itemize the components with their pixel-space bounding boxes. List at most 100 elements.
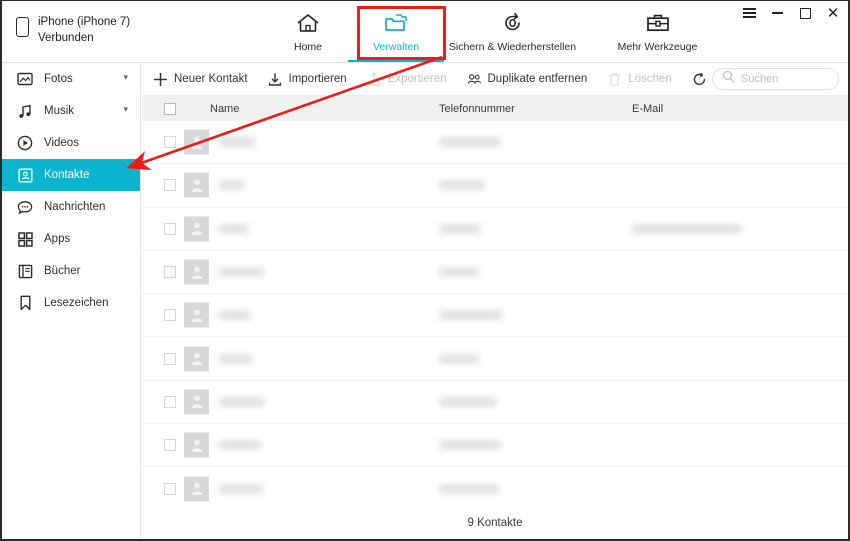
row-checkbox[interactable] [164, 439, 176, 452]
sidebar-item-nachrichten-label: Nachrichten [44, 201, 106, 213]
title-bar: iPhone (iPhone 7) Verbunden Home Verwalt… [2, 1, 848, 63]
refresh-icon [692, 72, 707, 87]
contacts-count: 9 Kontakte [467, 517, 523, 529]
video-icon [17, 135, 33, 151]
maximize-button[interactable] [798, 5, 812, 21]
sidebar-item-fotos-label: Fotos [44, 73, 73, 85]
table-row[interactable] [142, 337, 848, 381]
search-input[interactable]: Suchen [712, 68, 839, 90]
minimize-icon [771, 12, 783, 14]
nav-tab-home-label: Home [293, 41, 322, 53]
sidebar-item-kontakte-label: Kontakte [44, 169, 90, 181]
toolbox-icon [645, 10, 671, 36]
nav-tab-mehr-werkzeuge[interactable]: Mehr Werkzeuge [585, 1, 730, 59]
maximize-icon [799, 7, 811, 19]
contact-icon [17, 167, 33, 183]
connected-device-info: iPhone (iPhone 7) Verbunden [16, 15, 130, 46]
contact-phone-redacted [439, 397, 497, 407]
avatar [184, 476, 209, 502]
table-row[interactable] [142, 294, 848, 338]
nav-tab-verwalten[interactable]: Verwalten [348, 1, 444, 62]
delete-button[interactable]: Löschen [607, 72, 681, 87]
plus-icon [153, 72, 168, 87]
sidebar-item-videos-label: Videos [44, 137, 79, 149]
sidebar-item-fotos[interactable]: Fotos ▾ [2, 63, 140, 95]
contact-phone-redacted [439, 484, 499, 494]
row-checkbox[interactable] [164, 395, 176, 408]
application-window: iPhone (iPhone 7) Verbunden Home Verwalt… [0, 0, 850, 541]
table-row[interactable] [142, 424, 848, 468]
column-header-email[interactable]: E-Mail [632, 103, 663, 115]
folder-icon [383, 10, 409, 36]
contact-name-redacted [219, 484, 263, 494]
nav-tab-verwalten-label: Verwalten [372, 41, 420, 53]
sidebar-item-apps-label: Apps [44, 233, 71, 245]
sidebar-item-apps[interactable]: Apps [2, 223, 140, 255]
row-checkbox[interactable] [164, 309, 176, 322]
import-label: Importieren [288, 73, 347, 85]
main-content: Neuer Kontakt Importieren Exportieren Du… [142, 63, 848, 539]
window-controls: ✕ [742, 5, 840, 21]
table-row[interactable] [142, 381, 848, 425]
sidebar-item-videos[interactable]: Videos [2, 127, 140, 159]
contact-name-redacted [219, 397, 265, 407]
table-header: Name Telefonnummer E-Mail [142, 96, 848, 121]
duplicate-users-icon [467, 72, 482, 87]
avatar [184, 172, 209, 198]
row-checkbox[interactable] [164, 352, 176, 365]
import-button[interactable]: Importieren [268, 72, 357, 87]
column-header-name[interactable]: Name [210, 103, 239, 115]
close-button[interactable]: ✕ [826, 5, 840, 21]
table-row[interactable] [142, 164, 848, 208]
chevron-down-icon[interactable]: ▾ [123, 73, 128, 83]
row-checkbox[interactable] [164, 222, 176, 235]
sidebar-item-kontakte[interactable]: Kontakte [2, 159, 140, 191]
sidebar-item-buecher[interactable]: Bücher [2, 255, 140, 287]
nav-tab-home[interactable]: Home [264, 1, 352, 59]
photo-icon [17, 71, 33, 87]
avatar [184, 346, 209, 372]
column-header-phone[interactable]: Telefonnummer [439, 103, 515, 115]
contact-phone-redacted [439, 354, 479, 364]
restore-icon [500, 10, 526, 36]
contacts-toolbar: Neuer Kontakt Importieren Exportieren Du… [142, 63, 848, 96]
remove-duplicates-button[interactable]: Duplikate entfernen [467, 72, 598, 87]
device-status: Verbunden [38, 31, 94, 44]
device-name: iPhone (iPhone 7) [38, 16, 131, 28]
nav-tab-sichern-wiederherstellen[interactable]: Sichern & Wiederherstellen [440, 1, 585, 59]
contact-phone-redacted [439, 180, 485, 190]
nav-tab-sichern-label: Sichern & Wiederherstellen [448, 41, 577, 53]
minimize-button[interactable] [770, 5, 784, 21]
row-checkbox[interactable] [164, 179, 176, 192]
avatar [184, 302, 209, 328]
row-checkbox[interactable] [164, 482, 176, 495]
row-checkbox[interactable] [164, 266, 176, 279]
table-row[interactable] [142, 121, 848, 165]
contacts-list[interactable] [142, 121, 848, 513]
close-icon: ✕ [826, 3, 840, 22]
bookmark-icon [17, 295, 33, 311]
avatar [184, 432, 209, 458]
table-row[interactable] [142, 208, 848, 251]
menu-button[interactable] [742, 5, 756, 21]
contact-name-redacted [219, 440, 261, 450]
sidebar-item-musik[interactable]: Musik ▾ [2, 95, 140, 127]
sidebar-item-nachrichten[interactable]: Nachrichten [2, 191, 140, 223]
remove-duplicates-label: Duplikate entfernen [487, 73, 588, 85]
export-button[interactable]: Exportieren [367, 72, 457, 87]
new-contact-button[interactable]: Neuer Kontakt [153, 72, 258, 87]
contact-name-redacted [219, 180, 244, 190]
table-row[interactable] [142, 467, 848, 511]
export-icon [367, 72, 382, 87]
music-icon [17, 103, 33, 119]
select-all-checkbox[interactable] [164, 102, 176, 115]
row-checkbox[interactable] [164, 136, 176, 149]
chevron-down-icon[interactable]: ▾ [123, 105, 128, 115]
sidebar-item-lesezeichen[interactable]: Lesezeichen [2, 287, 140, 319]
sidebar-item-lesezeichen-label: Lesezeichen [44, 297, 109, 309]
sidebar-item-buecher-label: Bücher [44, 265, 81, 277]
contact-name-redacted [219, 137, 255, 147]
apps-icon [17, 231, 33, 247]
contact-phone-redacted [439, 267, 479, 277]
table-row[interactable] [142, 251, 848, 295]
